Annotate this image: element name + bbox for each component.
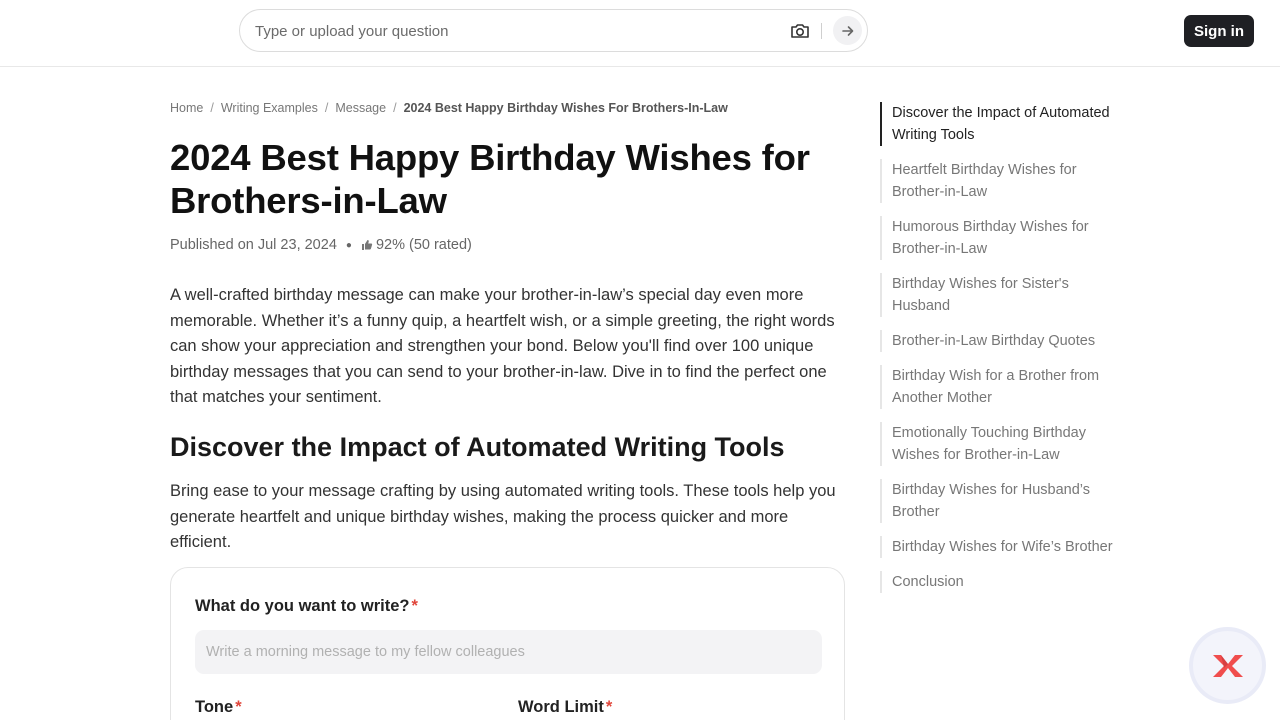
meta-dot: ●	[345, 239, 352, 251]
breadcrumb-separator: /	[393, 101, 397, 115]
brand-logo-icon	[1212, 654, 1243, 677]
floating-assistant-button[interactable]	[1189, 627, 1266, 704]
search-bar[interactable]	[239, 9, 868, 52]
breadcrumb-message[interactable]: Message	[335, 101, 386, 115]
toc-item[interactable]: Heartfelt Birthday Wishes for Brother-in…	[880, 159, 1120, 203]
tone-label: Tone *	[195, 698, 242, 717]
thumbs-up-icon	[361, 240, 373, 250]
required-mark: *	[605, 698, 613, 716]
section-heading: Discover the Impact of Automated Writing…	[170, 432, 785, 462]
word-limit-label: Word Limit *	[518, 698, 612, 717]
question-label-text: What do you want to write?	[195, 597, 410, 615]
required-mark: *	[411, 597, 418, 615]
tone-label-text: Tone	[195, 698, 234, 716]
page-title: 2024 Best Happy Birthday Wishes for Brot…	[170, 137, 810, 221]
toc-item[interactable]: Brother-in-Law Birthday Quotes	[880, 330, 1120, 352]
toc-item[interactable]: Birthday Wishes for Wife’s Brother	[880, 536, 1120, 558]
breadcrumb-writing-examples[interactable]: Writing Examples	[221, 101, 318, 115]
search-input[interactable]	[255, 20, 775, 42]
breadcrumb-separator: /	[324, 101, 329, 115]
article-meta: Published on Jul 23, 2024 ● 92% (50 rate…	[170, 237, 472, 253]
intro-paragraph: A well-crafted birthday message can make…	[170, 286, 835, 406]
required-mark: *	[235, 698, 242, 716]
question-label: What do you want to write? *	[195, 597, 418, 616]
top-header: Sign in	[0, 0, 1280, 67]
breadcrumb-home[interactable]: Home	[170, 101, 203, 115]
toc-item[interactable]: Emotionally Touching Birthday Wishes for…	[880, 422, 1120, 466]
rating-text: 92% (50 rated)	[375, 237, 472, 253]
section-paragraph: Bring ease to your message crafting by u…	[170, 482, 836, 551]
table-of-contents: Discover the Impact of Automated Writing…	[880, 102, 1120, 593]
breadcrumb-current: 2024 Best Happy Birthday Wishes For Brot…	[403, 101, 728, 115]
word-limit-label-text: Word Limit	[518, 698, 604, 716]
question-input[interactable]	[195, 630, 822, 674]
camera-icon[interactable]	[790, 22, 810, 40]
toc-item[interactable]: Birthday Wishes for Husband’s Brother	[880, 479, 1120, 523]
toc-item[interactable]: Birthday Wishes for Sister's Husband	[880, 273, 1120, 317]
toc-item[interactable]: Discover the Impact of Automated Writing…	[880, 102, 1120, 146]
send-button[interactable]	[833, 16, 862, 45]
sign-in-button[interactable]: Sign in	[1184, 15, 1254, 47]
writing-tool-card: What do you want to write?* Tone* Word L…	[170, 567, 845, 720]
toc-item[interactable]: Humorous Birthday Wishes for Brother-in-…	[880, 216, 1120, 260]
breadcrumb: Home / Writing Examples / Message / 2024…	[170, 101, 728, 115]
arrow-right-icon	[841, 25, 853, 36]
search-divider	[821, 23, 822, 39]
published-date: Published on Jul 23, 2024	[170, 237, 337, 253]
toc-item[interactable]: Birthday Wish for a Brother from Another…	[880, 365, 1120, 409]
toc-item[interactable]: Conclusion	[880, 571, 1120, 593]
breadcrumb-separator: /	[210, 101, 214, 115]
